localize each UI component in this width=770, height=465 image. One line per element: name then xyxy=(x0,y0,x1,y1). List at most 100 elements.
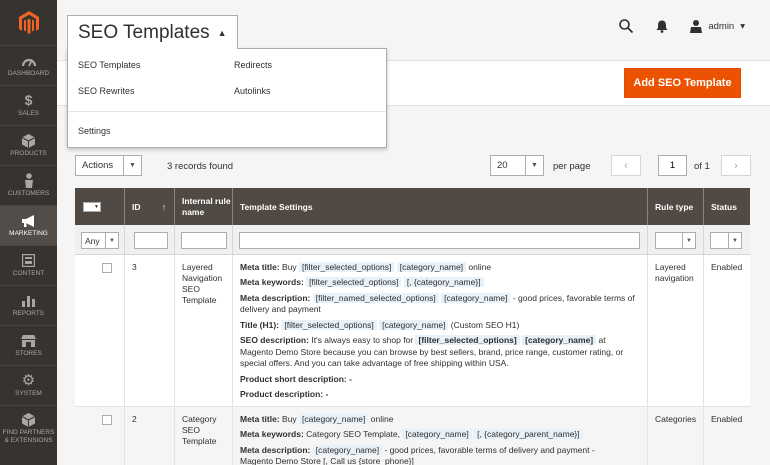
previous-page-button[interactable]: ‹ xyxy=(611,155,641,176)
filter-input-id[interactable] xyxy=(134,232,168,249)
sidebar-item-label: SALES xyxy=(18,109,39,117)
menu-item-settings[interactable]: Settings xyxy=(78,126,111,136)
gear-icon: ⚙ xyxy=(21,372,36,390)
meta-keywords-line: Meta keywords: [filter_selected_options]… xyxy=(240,277,637,288)
mass-actions-dropdown[interactable]: Actions ▼ xyxy=(75,155,142,176)
sidebar-item-customers[interactable]: CUSTOMERS xyxy=(0,165,57,205)
meta-description-line: Meta description: [category_name] - good… xyxy=(240,444,595,465)
column-header-label: Template Settings xyxy=(240,201,313,212)
dollar-icon: $ xyxy=(24,92,33,109)
column-header-internal-rule-name[interactable]: Internal rule name xyxy=(175,188,233,225)
search-icon[interactable] xyxy=(618,18,634,34)
admin-account-menu[interactable]: admin ▾ xyxy=(690,19,745,33)
chevron-left-icon: ‹ xyxy=(624,159,628,172)
short-description-line: Product short description: - xyxy=(240,373,352,384)
filter-cell-id xyxy=(125,225,175,255)
cell-status: Enabled xyxy=(711,262,743,272)
column-header-rule-type[interactable]: Rule type xyxy=(648,188,704,225)
box-icon xyxy=(21,413,37,428)
column-header-id[interactable]: ID ↑ xyxy=(125,188,175,225)
sidebar-item-label: SYSTEM xyxy=(15,389,42,397)
filter-input-name[interactable] xyxy=(181,232,227,249)
column-header-label: Status xyxy=(711,201,737,212)
menu-item-autolinks[interactable]: Autolinks xyxy=(234,86,271,96)
cube-icon xyxy=(21,133,37,148)
content-icon xyxy=(21,254,37,268)
header-actions: admin ▾ xyxy=(618,18,745,34)
sidebar-item-label: CUSTOMERS xyxy=(7,189,50,197)
sidebar-item-dashboard[interactable]: DASHBOARD xyxy=(0,45,57,85)
caret-up-icon: ▲ xyxy=(217,27,227,38)
mass-select-checkbox[interactable]: ▼ xyxy=(83,201,101,212)
sidebar-item-label: DASHBOARD xyxy=(7,69,50,77)
per-page-select[interactable]: 20 ▼ xyxy=(490,155,544,176)
sidebar-item-products[interactable]: PRODUCTS xyxy=(0,125,57,165)
sidebar-item-marketing[interactable]: MARKETING xyxy=(0,205,57,245)
sidebar-item-system[interactable]: ⚙ SYSTEM xyxy=(0,365,57,405)
row-checkbox[interactable] xyxy=(102,415,112,425)
meta-title-line: Meta title: Buy [category_name] online xyxy=(240,414,394,424)
menu-item-seo-templates[interactable]: SEO Templates xyxy=(78,60,140,70)
column-header-template-settings[interactable]: Template Settings xyxy=(233,188,648,225)
user-icon xyxy=(690,19,703,33)
total-pages: of 1 xyxy=(694,161,710,172)
cell-id: 2 xyxy=(125,407,175,465)
bell-icon[interactable] xyxy=(654,18,670,34)
sidebar-item-label: CONTENT xyxy=(12,269,45,277)
row-select-cell xyxy=(75,255,125,406)
filter-input-settings[interactable] xyxy=(239,232,640,249)
menu-item-seo-rewrites[interactable]: SEO Rewrites xyxy=(78,86,135,96)
cell-rule-type: Layered navigation xyxy=(648,255,704,406)
grid-filter-row: Any ▼ ▼ ▼ xyxy=(75,225,750,255)
admin-username: admin xyxy=(708,20,735,32)
chevron-down-icon: ▼ xyxy=(105,233,118,248)
next-page-button[interactable]: › xyxy=(721,155,751,176)
mass-select-header[interactable]: ▼ xyxy=(75,188,125,225)
column-header-status[interactable]: Status xyxy=(704,188,750,225)
cell-template-settings: Meta title: Buy [category_name] online M… xyxy=(233,407,648,465)
filter-cell-rule-type: ▼ xyxy=(648,225,704,255)
sidebar-item-label: PRODUCTS xyxy=(10,149,47,157)
chevron-down-icon: ▼ xyxy=(525,156,543,175)
sidebar-item-label: REPORTS xyxy=(12,309,45,317)
table-row[interactable]: 3 Layered Navigation SEO Template Meta t… xyxy=(75,255,750,407)
cell-internal-name: Layered Navigation SEO Template xyxy=(175,255,233,406)
per-page-label: per page xyxy=(553,161,591,172)
column-header-label: ID xyxy=(132,201,141,212)
chevron-right-icon: › xyxy=(734,159,738,172)
add-seo-template-button[interactable]: Add SEO Template xyxy=(624,68,741,98)
person-icon xyxy=(21,173,37,189)
row-checkbox[interactable] xyxy=(102,263,112,273)
sidebar-item-content[interactable]: CONTENT xyxy=(0,245,57,285)
admin-sidebar: DASHBOARD $ SALES PRODUCTS CUSTOMERS MAR… xyxy=(0,0,57,465)
per-page-value: 20 xyxy=(497,160,508,171)
sidebar-item-reports[interactable]: REPORTS xyxy=(0,285,57,325)
chevron-down-icon: ▼ xyxy=(682,233,695,248)
page-title-switcher[interactable]: SEO Templates ▲ xyxy=(67,15,238,49)
filter-select-rule-type[interactable]: ▼ xyxy=(655,232,696,249)
title-h1-line: Title (H1): [filter_selected_options] [c… xyxy=(240,319,520,330)
menu-item-redirects[interactable]: Redirects xyxy=(234,60,272,70)
column-header-label: Internal rule name xyxy=(182,195,231,217)
column-header-label: Rule type xyxy=(655,201,694,212)
chevron-down-icon: ▾ xyxy=(740,20,745,32)
meta-keywords-line: Meta keywords: Category SEO Template, [c… xyxy=(240,429,637,440)
magento-logo[interactable] xyxy=(0,0,57,45)
filter-select-any[interactable]: Any ▼ xyxy=(81,232,119,249)
magento-logo-icon xyxy=(18,10,39,34)
sidebar-item-stores[interactable]: STORES xyxy=(0,325,57,365)
sidebar-item-sales[interactable]: $ SALES xyxy=(0,85,57,125)
sidebar-item-find-partners[interactable]: FIND PARTNERS & EXTENSIONS xyxy=(0,405,57,451)
page-title: SEO Templates xyxy=(78,21,210,43)
meta-title-line: Meta title: Buy [filter_selected_options… xyxy=(240,262,492,272)
mass-actions-label: Actions xyxy=(82,160,114,171)
product-description-line: Product description: - xyxy=(240,389,329,400)
current-page-input[interactable] xyxy=(658,155,687,176)
cell-status: Enabled xyxy=(711,414,743,424)
filter-select-status[interactable]: ▼ xyxy=(710,232,742,249)
sidebar-item-label: STORES xyxy=(15,349,42,357)
megaphone-icon xyxy=(21,214,37,228)
table-row[interactable]: 2 Category SEO Template Meta title: Buy … xyxy=(75,407,750,465)
meta-description-line: Meta description: [filter_named_selected… xyxy=(240,292,635,315)
sidebar-item-label: MARKETING xyxy=(9,229,48,237)
